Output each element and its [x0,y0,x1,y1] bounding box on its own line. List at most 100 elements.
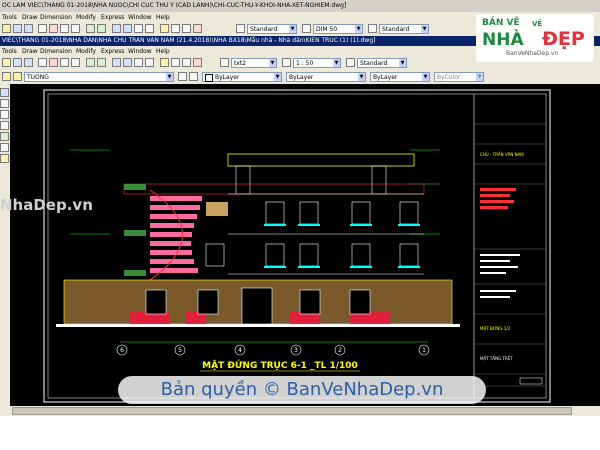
chevron-down-icon: ▼ [422,73,429,81]
title-block-notes [480,188,516,209]
design-center-icon[interactable] [171,24,180,33]
undo-icon[interactable] [86,24,95,33]
grid-label-3: 3 [294,347,298,354]
properties-toolbar: TUONG ▼ ByLayer ▼ ByLayer ▼ ByLayer ▼ ByColo… [0,70,600,84]
menu-express[interactable]: Express [101,14,124,21]
menu-dimension[interactable]: Dimension [40,48,72,55]
open-icon[interactable] [13,24,22,33]
model-space-canvas[interactable]: CHỦ : TRẦN VĂN NAM MẶT ĐỨNG 1/2 MẶT TẦNG… [0,84,600,406]
title-block-info [480,254,520,298]
site-logo: BẢN VẼ NHÀ VỀ ĐẸP BanVeNhaDep.vn [476,14,594,62]
zoom-window-icon[interactable] [134,24,143,33]
roof-column [371,165,387,195]
help-icon[interactable] [193,24,202,33]
style-combo[interactable]: txt2 ▼ [231,58,277,68]
chevron-down-icon: ▼ [358,73,365,81]
circle-icon[interactable] [0,110,9,119]
new-icon[interactable] [2,24,11,33]
roof-parapet [227,153,415,167]
plotstyle-combo[interactable]: ByColor ▼ [434,72,484,82]
dim-style-combo[interactable]: DIM 50 ▼ [313,24,363,34]
table-combo[interactable]: Standard ▼ [357,58,407,68]
grid-label-1: 1 [422,347,426,354]
layer-combo[interactable]: TUONG ▼ [24,72,174,82]
menu-dimension[interactable]: Dimension [40,14,72,21]
copy-icon[interactable] [60,24,69,33]
chevron-down-icon: ▼ [399,59,406,67]
menu-express[interactable]: Express [101,48,124,55]
menu-draw[interactable]: Draw [22,48,38,55]
paste-icon[interactable] [71,24,80,33]
print-icon[interactable] [38,24,47,33]
line-icon[interactable] [0,88,9,97]
design-center-icon[interactable] [171,58,180,67]
draw-toolbar-vertical [0,84,10,406]
text-style-combo[interactable]: Standard ▼ [247,24,297,34]
grid-label-2: 2 [338,347,342,354]
color-swatch [205,73,213,82]
menu-window[interactable]: Window [128,48,152,55]
menu-modify[interactable]: Modify [76,48,96,55]
text-style-icon [220,58,229,67]
rectangle-icon[interactable] [0,132,9,141]
chevron-down-icon: ▼ [421,25,428,33]
menu-modify[interactable]: Modify [76,14,96,21]
cut-icon[interactable] [49,58,58,67]
grid-label-5: 5 [178,347,182,354]
tool-palette-icon[interactable] [182,58,191,67]
new-icon[interactable] [2,58,11,67]
menu-help[interactable]: Help [156,14,170,21]
help-icon[interactable] [193,58,202,67]
paste-icon[interactable] [71,58,80,67]
save-icon[interactable] [24,58,33,67]
zoom-icon[interactable] [123,58,132,67]
properties-icon[interactable] [160,58,169,67]
hatch-icon[interactable] [0,143,9,152]
menu-help[interactable]: Help [156,48,170,55]
lineweight-combo[interactable]: ByLayer ▼ [370,72,430,82]
arc-icon[interactable] [0,121,9,130]
cut-icon[interactable] [49,24,58,33]
menu-tools[interactable]: Tools [2,48,17,55]
pan-icon[interactable] [112,24,121,33]
table-style-combo[interactable]: Standard ▼ [379,24,429,34]
chevron-down-icon: ▼ [289,25,296,33]
linetype-combo[interactable]: ByLayer ▼ [286,72,366,82]
open-icon[interactable] [13,58,22,67]
pan-icon[interactable] [112,58,121,67]
text-icon[interactable] [0,154,9,163]
dim-style-icon [282,58,291,67]
menu-draw[interactable]: Draw [22,14,38,21]
zoom-icon[interactable] [123,24,132,33]
menu-window[interactable]: Window [128,14,152,21]
sheet-number-box [519,377,543,385]
menu-tools[interactable]: Tools [2,14,17,21]
grid-label-6: 6 [120,347,124,354]
copy-icon[interactable] [60,58,69,67]
zoom-previous-icon[interactable] [145,58,154,67]
scale-combo[interactable]: 1 : 50 ▼ [293,58,341,68]
print-icon[interactable] [38,58,47,67]
save-icon[interactable] [24,24,33,33]
redo-icon[interactable] [97,58,106,67]
scrollbar-thumb[interactable] [12,407,572,415]
logo-line5: BanVeNhaDep.vn [506,50,559,57]
roof-column [235,165,251,195]
zoom-previous-icon[interactable] [145,24,154,33]
layer-manager-icon[interactable] [2,72,11,81]
redo-icon[interactable] [97,24,106,33]
undo-icon[interactable] [86,58,95,67]
stone-panel [206,202,228,216]
color-combo[interactable]: ByLayer ▼ [202,72,282,82]
zoom-window-icon[interactable] [134,58,143,67]
logo-line1: BẢN VẼ [482,18,520,28]
horizontal-scrollbar[interactable] [0,406,600,416]
properties-icon[interactable] [160,24,169,33]
tool-palette-icon[interactable] [182,24,191,33]
table-style-icon [346,58,355,67]
make-current-layer-icon[interactable] [178,72,187,81]
grid-label-4: 4 [238,347,242,354]
polyline-icon[interactable] [0,99,9,108]
layer-previous-icon[interactable] [189,72,198,81]
command-line[interactable] [0,416,600,450]
